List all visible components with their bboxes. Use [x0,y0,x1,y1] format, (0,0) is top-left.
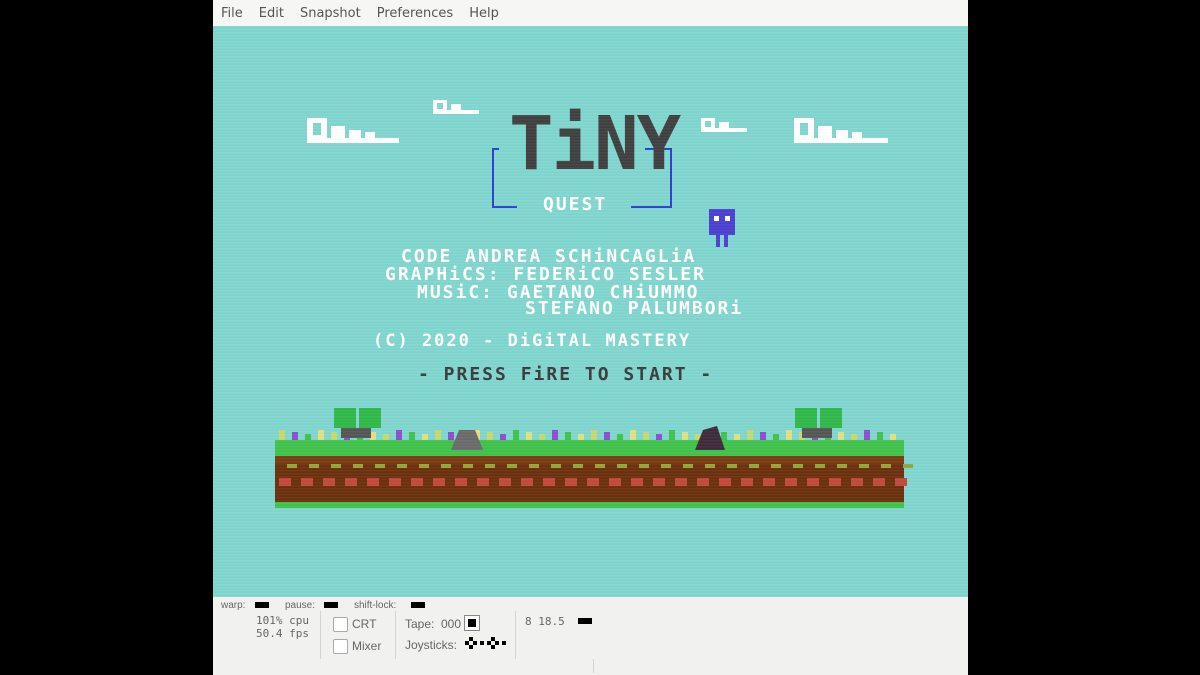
mixer-checkbox[interactable] [333,639,348,654]
tape-label: Tape: [405,617,435,631]
mixer-label: Mixer [352,639,382,653]
press-start-prompt: - PRESS FiRE TO START - [418,364,714,385]
cloud-left [307,118,399,143]
joystick-icon[interactable] [465,634,507,652]
joysticks-label: Joysticks: [405,638,458,652]
game-subtitle: QUEST [543,194,608,215]
separator [395,611,396,659]
bush-right [795,408,842,438]
separator [320,611,321,659]
menu-help[interactable]: Help [461,6,507,21]
drive-status: 8 18.5 [525,615,565,628]
separator [515,611,516,659]
menu-file[interactable]: File [213,6,251,21]
drive-led [578,618,592,624]
cpu-readout: 101% cpu [256,614,309,627]
tape-counter: 000 [441,617,462,631]
menu-snapshot[interactable]: Snapshot [292,6,369,21]
game-title: TiNY [509,101,681,187]
copyright-text: (C) 2020 - DiGiTAL MASTERY [373,331,692,351]
pause-label: pause: [285,600,316,611]
shift-lock-label: shift-lock: [354,600,397,611]
menu-preferences[interactable]: Preferences [369,6,461,21]
blue-character [709,209,735,247]
warp-indicator [255,602,269,608]
tape-status-icon[interactable] [464,615,480,631]
fps-readout: 50.4 fps [256,627,309,640]
emulator-screen[interactable]: TiNY QUEST CODE ANDREA SCHiNCAGLiA GRAPH… [213,26,968,597]
emulator-window: File Edit Snapshot Preferences Help TiNY… [213,0,968,675]
credit-music-2: STEFANO PALUMBORi [525,298,744,319]
warp-label: warp: [221,600,246,611]
ground-platform [275,440,904,508]
shift-lock-indicator [411,602,425,608]
menu-bar: File Edit Snapshot Preferences Help [213,0,968,26]
pause-indicator [324,602,338,608]
crt-label: CRT [352,617,377,631]
separator [593,659,594,673]
cloud-right-small [701,118,747,132]
cloud-right [794,118,888,143]
menu-edit[interactable]: Edit [251,6,292,21]
status-bar: warp: pause: shift-lock: 101% cpu 50.4 f… [213,597,968,675]
cloud-top-left [433,100,479,114]
crt-checkbox[interactable] [333,617,348,632]
